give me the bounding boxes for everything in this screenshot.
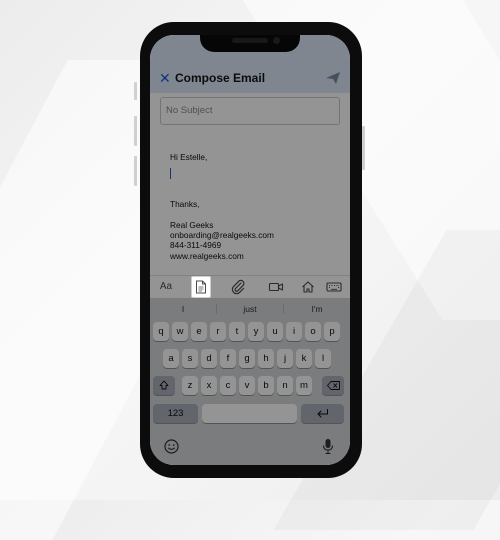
key[interactable]: d [201,349,217,368]
space-bar[interactable] [202,404,297,423]
shift-key[interactable] [153,376,175,395]
video-icon[interactable] [268,279,284,295]
keyboard: I just I'm q w e r t y u i o p a s d f g… [150,298,350,465]
return-key[interactable] [301,404,344,423]
phone-volume-down-button [134,156,137,186]
key[interactable]: a [163,349,179,368]
return-icon [317,409,328,418]
key[interactable]: h [258,349,274,368]
suggestion-divider [216,304,217,314]
signature-line: www.realgeeks.com [170,251,244,261]
suggestion[interactable]: just [220,304,280,314]
backspace-key[interactable] [322,376,344,395]
key[interactable]: u [267,322,283,341]
signature-line: 844-311-4969 [170,240,222,250]
backspace-icon [326,381,340,390]
phone-screen: ✕ Compose Email No Subject Hi Estelle, T… [150,35,350,465]
page-title: Compose Email [175,71,266,85]
document-icon [196,280,206,294]
key[interactable]: i [286,322,302,341]
key[interactable]: v [239,376,255,395]
text-cursor [170,168,171,179]
phone-camera [273,37,280,44]
microphone-icon[interactable] [322,438,334,455]
suggestion[interactable]: I'm [287,304,347,314]
key[interactable]: f [220,349,236,368]
compose-toolbar: Aa [150,275,350,298]
key[interactable]: r [210,322,226,341]
send-icon[interactable] [326,72,340,84]
phone-power-button [362,126,365,170]
phone-mute-switch [134,82,137,100]
key[interactable]: n [277,376,293,395]
key[interactable]: l [315,349,331,368]
emoji-icon[interactable] [164,439,179,454]
signature-line: Real Geeks [170,220,214,230]
text-format-icon[interactable]: Aa [158,279,174,295]
key[interactable]: z [182,376,198,395]
message-greeting: Hi Estelle, [170,152,208,162]
key[interactable]: t [229,322,245,341]
key[interactable]: w [172,322,188,341]
close-icon[interactable]: ✕ [159,71,171,85]
signature-line: onboarding@realgeeks.com [170,230,274,240]
phone-volume-up-button [134,116,137,146]
key[interactable]: p [324,322,340,341]
key[interactable]: m [296,376,312,395]
key[interactable]: o [305,322,321,341]
message-closing: Thanks, [170,199,200,209]
key[interactable]: s [182,349,198,368]
key[interactable]: y [248,322,264,341]
subject-input[interactable]: No Subject [160,97,340,125]
key[interactable]: j [277,349,293,368]
suggestion-divider [283,304,284,314]
key[interactable]: b [258,376,274,395]
keyboard-icon[interactable] [326,279,342,295]
key[interactable]: g [239,349,255,368]
home-icon[interactable] [300,279,316,295]
key[interactable]: q [153,322,169,341]
shift-icon [159,380,169,390]
key[interactable]: c [220,376,236,395]
subject-placeholder: No Subject [166,105,213,116]
attachment-icon[interactable] [230,279,246,295]
key[interactable]: e [191,322,207,341]
numbers-key[interactable]: 123 [153,404,198,423]
phone-speaker [232,38,268,43]
document-button[interactable] [191,276,211,298]
key[interactable]: k [296,349,312,368]
key[interactable]: x [201,376,217,395]
suggestion[interactable]: I [153,304,213,314]
